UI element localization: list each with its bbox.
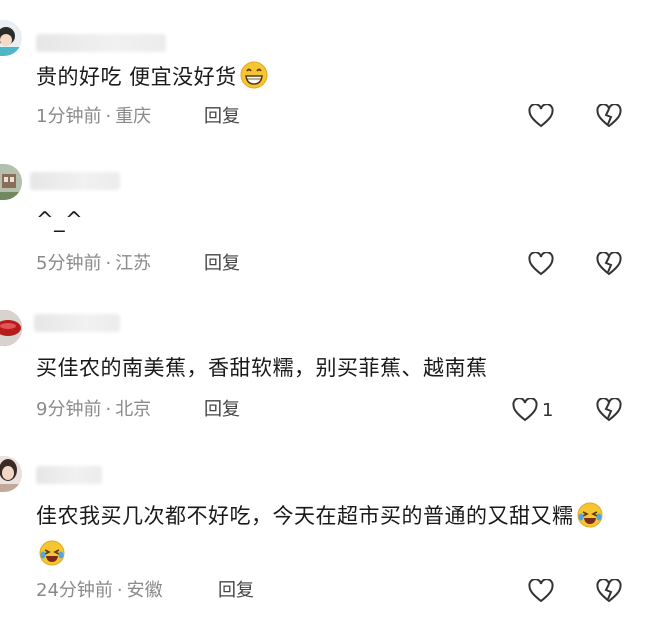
heart-outline-icon: [528, 104, 554, 128]
like-button[interactable]: [528, 252, 554, 276]
comment-text: 买佳农的南美蕉，香甜软糯，别买菲蕉、越南蕉: [36, 356, 488, 380]
dislike-button[interactable]: [596, 578, 622, 607]
separator: ·: [105, 106, 112, 127]
broken-heart-icon: [596, 578, 622, 603]
username[interactable]: [36, 466, 102, 484]
location: 安徽: [126, 580, 163, 601]
heart-outline-icon: [512, 398, 538, 422]
rolling-laughing-face-icon: [38, 539, 66, 576]
comment-text: 佳农我买几次都不好吃，今天在超市买的普通的又甜又糯: [36, 500, 630, 576]
timestamp: 24分钟前: [36, 580, 113, 601]
rolling-laughing-face-icon: [576, 501, 604, 538]
dislike-button[interactable]: [596, 397, 622, 426]
grinning-face-icon: [239, 60, 269, 99]
username[interactable]: [30, 172, 120, 190]
comment-meta: 1分钟前 · 重庆: [36, 104, 151, 130]
like-button[interactable]: 1: [512, 398, 553, 422]
broken-heart-icon: [596, 397, 622, 422]
comment-text: 贵的好吃 便宜没好货: [36, 60, 630, 99]
avatar[interactable]: [0, 164, 22, 200]
like-button[interactable]: [528, 104, 554, 128]
username[interactable]: [34, 314, 120, 332]
dislike-button[interactable]: [596, 103, 622, 132]
reply-button[interactable]: 回复: [204, 104, 240, 130]
location: 北京: [115, 399, 152, 420]
separator: ·: [116, 580, 123, 601]
like-count: 1: [542, 399, 554, 421]
timestamp: 5分钟前: [36, 253, 102, 274]
comment-meta: 24分钟前 · 安徽: [36, 578, 163, 604]
dislike-button[interactable]: [596, 251, 622, 280]
avatar[interactable]: [0, 456, 22, 492]
comment-meta: 5分钟前 · 江苏: [36, 251, 151, 277]
timestamp: 9分钟前: [36, 399, 102, 420]
comment-text: ^_^: [36, 208, 84, 232]
reply-button[interactable]: 回复: [218, 578, 254, 604]
username[interactable]: [36, 34, 166, 52]
avatar[interactable]: [0, 310, 22, 346]
avatar[interactable]: [0, 20, 22, 56]
heart-outline-icon: [528, 252, 554, 276]
broken-heart-icon: [596, 103, 622, 128]
reply-button[interactable]: 回复: [204, 397, 240, 423]
like-button[interactable]: [528, 579, 554, 603]
broken-heart-icon: [596, 251, 622, 276]
reply-button[interactable]: 回复: [204, 251, 240, 277]
separator: ·: [105, 253, 112, 274]
location: 重庆: [115, 106, 152, 127]
timestamp: 1分钟前: [36, 106, 102, 127]
comment-meta: 9分钟前 · 北京: [36, 397, 151, 423]
location: 江苏: [115, 253, 152, 274]
heart-outline-icon: [528, 579, 554, 603]
separator: ·: [105, 399, 112, 420]
